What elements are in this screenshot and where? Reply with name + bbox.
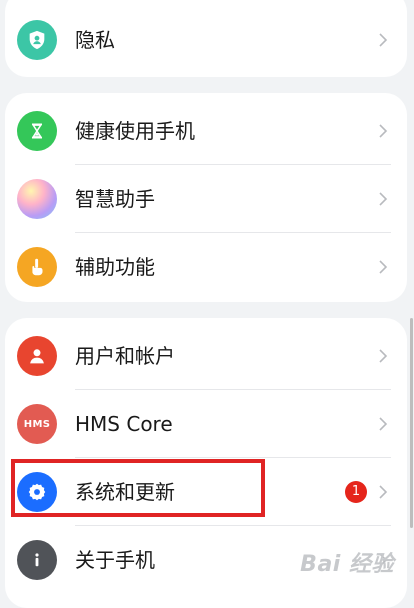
highlight-box xyxy=(11,459,265,517)
chevron-right-icon xyxy=(379,485,388,499)
chevron-right-icon xyxy=(379,192,388,206)
watermark: Bai 经验 xyxy=(300,552,394,577)
features-card: 健康使用手机 智慧助手 辅助功能 xyxy=(5,93,407,302)
update-count-badge: 1 xyxy=(345,481,367,503)
assistant-orb-icon xyxy=(17,179,57,219)
chevron-right-icon xyxy=(379,349,388,363)
chevron-right-icon xyxy=(379,417,388,431)
hms-icon: HMS xyxy=(17,404,57,444)
settings-item-digital-balance[interactable]: 健康使用手机 xyxy=(5,97,407,165)
settings-item-label: 关于手机 xyxy=(75,548,155,572)
settings-item-label: 辅助功能 xyxy=(75,255,155,279)
settings-item-label: 隐私 xyxy=(75,28,115,52)
privacy-card: 隐私 xyxy=(5,0,407,77)
hourglass-icon xyxy=(17,111,57,151)
scrollbar[interactable] xyxy=(410,318,413,528)
settings-item-smart-assistant[interactable]: 智慧助手 xyxy=(5,165,407,233)
chevron-right-icon xyxy=(379,124,388,138)
privacy-shield-icon xyxy=(17,20,57,60)
settings-item-privacy[interactable]: 隐私 xyxy=(5,6,407,74)
info-icon xyxy=(17,540,57,580)
settings-item-users-accounts[interactable]: 用户和帐户 xyxy=(5,322,407,390)
settings-item-hms-core[interactable]: HMS HMS Core xyxy=(5,390,407,458)
chevron-right-icon xyxy=(379,260,388,274)
hand-pointer-icon xyxy=(17,247,57,287)
settings-item-label: HMS Core xyxy=(75,412,173,436)
settings-item-label: 用户和帐户 xyxy=(75,344,175,368)
hms-icon-text: HMS xyxy=(23,418,51,430)
chevron-right-icon xyxy=(379,33,388,47)
settings-item-label: 智慧助手 xyxy=(75,187,155,211)
user-icon xyxy=(17,336,57,376)
settings-item-label: 健康使用手机 xyxy=(75,119,195,143)
settings-item-accessibility[interactable]: 辅助功能 xyxy=(5,233,407,301)
